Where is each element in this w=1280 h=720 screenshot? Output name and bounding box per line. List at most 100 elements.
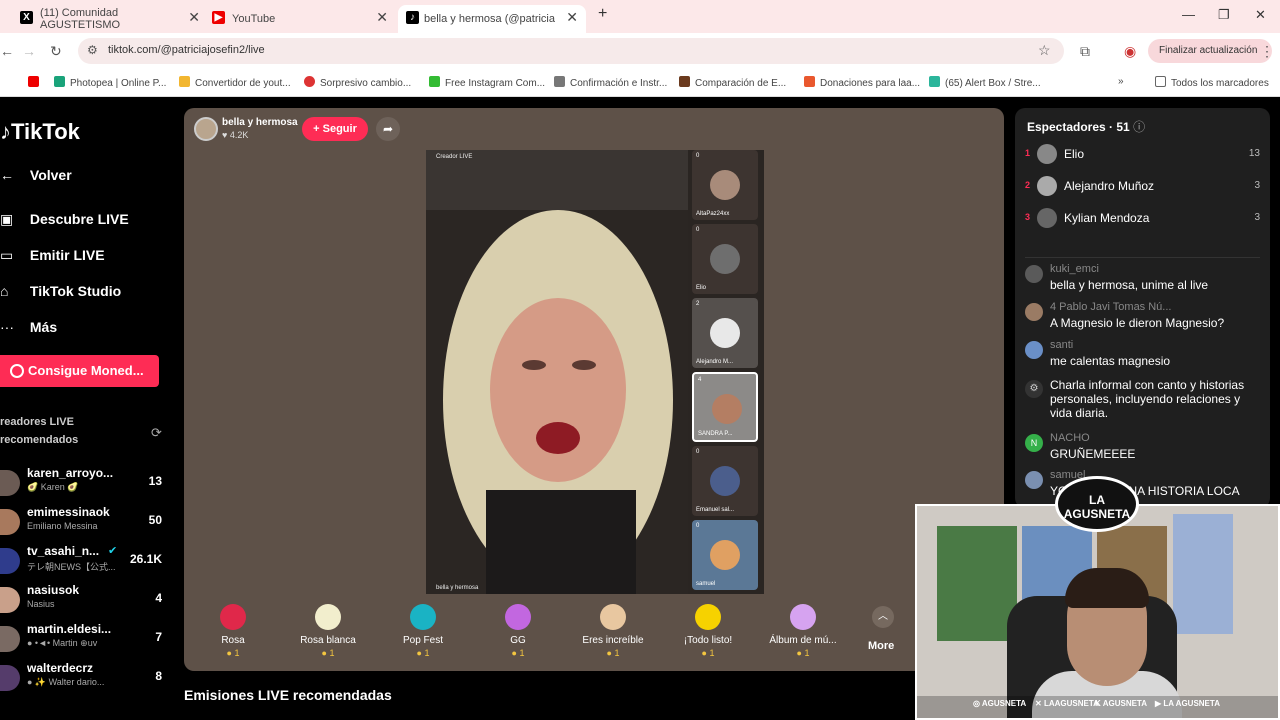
get-coins-button[interactable]: Consigue Moned... [0,355,159,387]
bookmark-item[interactable]: Photopea | Online P... [54,76,166,89]
tab-youtube[interactable]: ▶ YouTube ✕ [212,5,388,33]
chevron-right-icon[interactable]: » [1118,76,1124,87]
coins-label: Consigue Moned... [28,363,144,378]
avatar [710,540,740,570]
bookmark-item[interactable]: (65) Alert Box / Stre... [929,76,1041,89]
address-bar[interactable]: ⚙ tiktok.com/@patriciajosefin2/live ☆ [78,38,1064,64]
avatar[interactable] [1025,303,1043,321]
avatar [1037,208,1057,228]
bookmark-label: Photopea | Online P... [70,78,167,89]
nav-tiktok-studio[interactable]: ⌂ TikTok Studio [0,283,121,299]
creator-item[interactable]: walterdecrz ● ✨ Walter dario... 8 [0,661,170,697]
nav-descubre-live[interactable]: ▣ Descubre LIVE [0,211,129,228]
chevron-up-icon[interactable]: ︿ [872,606,894,628]
guest-tile[interactable]: 0 Elio [692,224,758,294]
gift-bar: Rosa ● 1 Rosa blanca ● 1 Pop Fest ● 1 GG ● 1… [190,596,910,666]
live-video[interactable]: Creador LIVE bella y hermosa 0 AltaPaz24x… [426,150,764,594]
menu-icon[interactable]: ⋮ [1260,43,1274,60]
creator-item[interactable]: tv_asahi_n... ✔ テレ朝NEWS【公式... 26.1K [0,544,170,580]
creator-name: tv_asahi_n... [27,544,100,558]
gift-item[interactable]: ¡Todo listo! ● 1 [668,596,748,666]
minimize-icon[interactable]: — [1182,7,1195,22]
new-tab-icon[interactable]: + [598,5,607,23]
close-icon[interactable]: ✕ [376,9,388,26]
nav-mas[interactable]: ··· Más [0,319,57,335]
nav-label: Descubre LIVE [29,211,129,227]
chat-user[interactable]: kuki_emci [1050,263,1099,275]
guest-tile[interactable]: 0 Emanuel sal... [692,446,758,516]
bookmark-item[interactable]: Sorpresivo cambio... [304,76,411,89]
gift-item[interactable]: Álbum de mú... ● 1 [763,596,843,666]
share-icon[interactable]: ➦ [376,117,400,141]
bookmark-item[interactable]: Convertidor de yout... [179,76,291,89]
avatar[interactable] [1025,471,1043,489]
close-window-icon[interactable]: ✕ [1255,7,1266,23]
guest-tile[interactable]: 2 Alejandro M... [692,298,758,368]
viewer-item[interactable]: 1 Elio 13 [1025,144,1260,168]
chat-text: Charla informal con canto y historias pe… [1050,378,1245,420]
profile-icon[interactable]: ◉ [1124,43,1136,60]
extensions-icon[interactable]: ⧉ [1080,43,1090,60]
close-icon[interactable]: ✕ [188,9,200,26]
site-info-icon[interactable]: ⚙ [87,43,98,57]
more-gifts-button[interactable]: More [868,640,894,652]
creator-sub: テレ朝NEWS【公式... [27,562,116,572]
live-icon: ▣ [0,211,14,227]
gift-item[interactable]: Rosa blanca ● 1 [288,596,368,666]
guest-tile[interactable]: 4 SANDRA P... [692,372,758,442]
gift-item[interactable]: Pop Fest ● 1 [383,596,463,666]
bookmark-item[interactable]: Confirmación e Instr... [554,76,667,89]
back-icon[interactable]: ← [0,43,14,59]
maximize-icon[interactable]: ❐ [1218,7,1230,23]
guest-tile[interactable]: 0 AltaPaz24xx [692,150,758,220]
creator-item[interactable]: martin.eldesi... ● •◄• Martin ⊕uv 7 [0,622,170,658]
chat-user[interactable]: 4 Pablo Javi Tomas Nú... [1050,301,1171,313]
all-bookmarks[interactable]: Todos los marcadores [1155,76,1269,89]
tab-comunidad[interactable]: X (11) Comunidad AGUSTETISMO ✕ [20,5,200,33]
guest-count: 0 [696,153,700,159]
viewer-item[interactable]: 3 Kylian Mendoza 3 [1025,208,1260,232]
chat-message: ⚙ Charla informal con canto y historias p… [1025,378,1265,424]
gift-item[interactable]: GG ● 1 [478,596,558,666]
avatar [0,587,20,613]
avatar [0,470,20,496]
reload-icon[interactable]: ↻ [50,43,62,60]
bookmark-item[interactable]: Comparación de E... [679,76,786,89]
viewer-item[interactable]: 2 Alejandro Muñoz 3 [1025,176,1260,200]
nav-volver[interactable]: ← Volver [0,167,72,183]
creator-item[interactable]: emimessinaok Emiliano Messina 50 [0,505,170,541]
host-name[interactable]: bella y hermosa [222,117,298,128]
bookmark-item[interactable]: Free Instagram Com... [429,76,545,89]
gift-name: GG [510,635,526,646]
refresh-icon[interactable]: ⟳ [151,425,162,441]
info-icon[interactable]: ⓘ [1133,120,1145,134]
update-button[interactable]: Finalizar actualización [1148,39,1272,63]
bookmark-item[interactable]: Donaciones para laa... [804,76,920,89]
gift-item[interactable]: Eres increíble ● 1 [573,596,653,666]
avatar[interactable]: N [1025,434,1043,452]
bookmark-label: Free Instagram Com... [445,78,546,89]
tiktok-logo[interactable]: ♪TikTok [0,119,80,145]
viewer-name: Elio [1064,147,1085,161]
star-icon[interactable]: ☆ [1038,42,1051,59]
avatar[interactable] [1025,265,1043,283]
nav-emitir-live[interactable]: ▭ Emitir LIVE [0,247,105,264]
gift-name: Rosa [221,635,245,646]
creator-item[interactable]: nasiusok Nasius 4 [0,583,170,619]
guest-tile[interactable]: 0 samuel [692,520,758,590]
close-icon[interactable]: ✕ [566,9,578,26]
chat-user[interactable]: NACHO [1050,432,1090,444]
viewers-title[interactable]: Espectadores · 51 ⓘ [1027,118,1145,135]
pop-fest-icon [410,604,436,630]
host-avatar[interactable] [194,117,218,141]
follow-button[interactable]: + Seguir [302,117,368,141]
creator-item[interactable]: karen_arroyo... 🥑 Karen 🥑 13 [0,466,170,502]
viewer-score: 13 [1248,148,1260,159]
bookmark-youtube[interactable] [28,76,44,89]
streamer-hair [1065,568,1149,608]
chat-user[interactable]: santi [1050,339,1073,351]
tab-tiktok[interactable]: ♪ bella y hermosa (@patricia ✕ [398,5,586,33]
avatar[interactable] [1025,341,1043,359]
gift-item[interactable]: Rosa ● 1 [193,596,273,666]
forward-icon[interactable]: → [22,43,36,59]
